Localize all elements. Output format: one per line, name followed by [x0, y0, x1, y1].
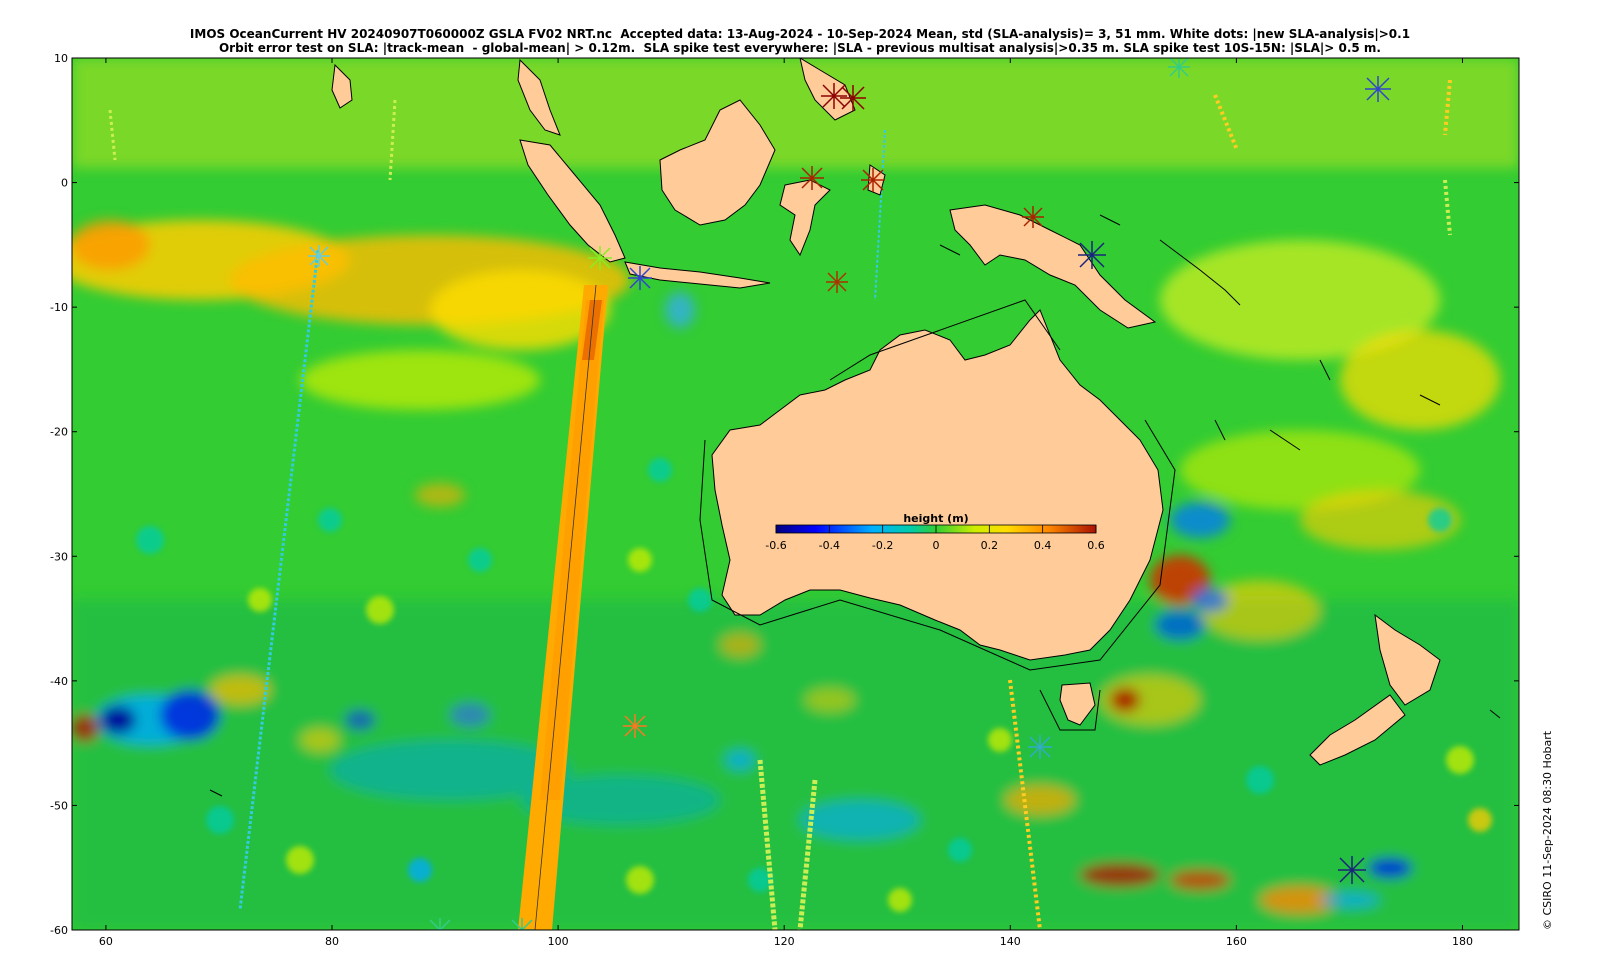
colorbar-tick-label: -0.2: [872, 539, 893, 552]
colorbar-tick-label: 0.2: [981, 539, 999, 552]
y-tick-label: -20: [50, 426, 68, 439]
x-tick-label: 180: [1452, 935, 1473, 948]
y-tick-label: -50: [50, 799, 68, 812]
x-tick-label: 100: [548, 935, 569, 948]
marker-star: [628, 266, 652, 290]
marker-star: [800, 166, 824, 190]
copyright-credit: © CSIRO 11-Sep-2024 08:30 Hobart: [1541, 730, 1554, 930]
marker-star: [1022, 206, 1044, 228]
marker-star: [1365, 76, 1391, 102]
marker-star: [1078, 241, 1106, 269]
x-tick-label: 120: [774, 935, 795, 948]
x-tick-label: 160: [1226, 935, 1247, 948]
marker-star: [588, 246, 612, 270]
sla-map: 60 80 100 120 140 160 180 100-10-20-30-40-50-6…: [50, 52, 1520, 948]
colorbar-tick-label: 0.4: [1034, 539, 1052, 552]
marker-star: [308, 245, 330, 267]
colorbar-tick-label: 0.6: [1087, 539, 1105, 552]
marker-star: [826, 271, 848, 293]
colorbar-tick-label: 0: [933, 539, 940, 552]
y-tick-label: -30: [50, 550, 68, 563]
marker-star: [861, 168, 885, 192]
marker-star: [1028, 735, 1052, 759]
x-tick-label: 80: [325, 935, 339, 948]
y-tick-label: -10: [50, 301, 68, 314]
colorbar-title: height (m): [903, 512, 968, 525]
marker-star: [1338, 856, 1366, 884]
y-tick-label: 10: [54, 52, 68, 65]
marker-star: [840, 85, 866, 111]
x-tick-label: 140: [1000, 935, 1021, 948]
y-tick-label: 0: [61, 177, 68, 190]
y-tick-label: -60: [50, 924, 68, 937]
marker-star: [1168, 58, 1190, 78]
colorbar-tick-label: -0.4: [819, 539, 840, 552]
colorbar-tick-label: -0.6: [765, 539, 786, 552]
y-tick-label: -40: [50, 675, 68, 688]
marker-star: [821, 83, 847, 109]
x-tick-label: 60: [99, 935, 113, 948]
marker-star: [623, 714, 647, 738]
